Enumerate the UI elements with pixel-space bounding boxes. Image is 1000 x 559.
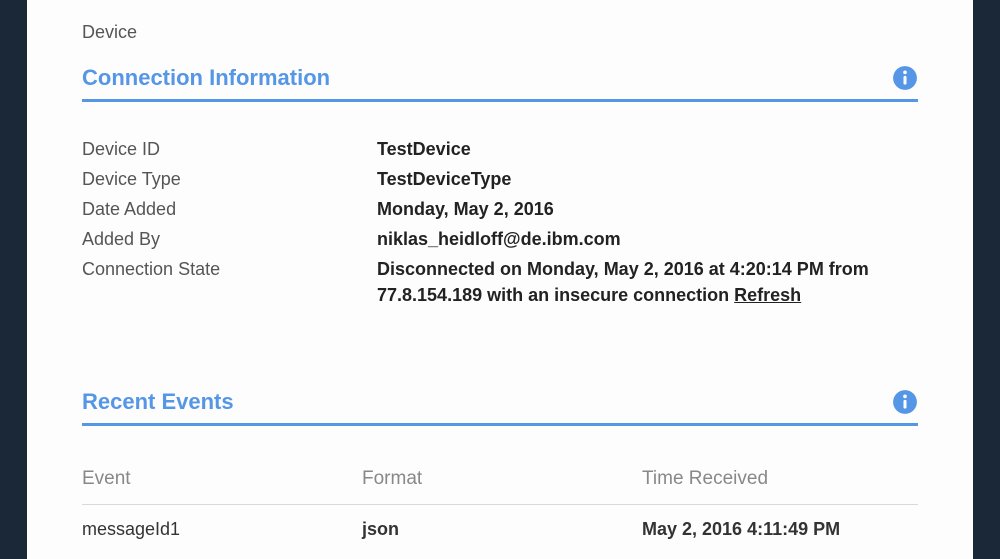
- table-row[interactable]: messageId1 json May 2, 2016 4:11:49 PM: [82, 505, 918, 554]
- connection-details: Device ID TestDevice Device Type TestDev…: [82, 102, 918, 351]
- events-table: Event Format Time Received messageId1 js…: [82, 426, 918, 554]
- value-connection-state: Disconnected on Monday, May 2, 2016 at 4…: [377, 256, 918, 308]
- events-header-row: Event Format Time Received: [82, 454, 918, 505]
- cell-event: messageId1: [82, 519, 362, 540]
- row-device-type: Device Type TestDeviceType: [82, 164, 918, 194]
- section-gap: [82, 351, 918, 389]
- col-header-event: Event: [82, 468, 362, 490]
- value-device-type: TestDeviceType: [377, 166, 918, 192]
- cell-format: json: [362, 519, 642, 540]
- label-device-type: Device Type: [82, 166, 377, 192]
- connection-section-title: Connection Information: [82, 65, 330, 91]
- page-label: Device: [82, 10, 918, 65]
- connection-section-header: Connection Information: [82, 65, 918, 102]
- label-added-by: Added By: [82, 226, 377, 252]
- device-modal: Device Connection Information Device ID …: [27, 0, 973, 559]
- events-section-header: Recent Events: [82, 389, 918, 426]
- label-date-added: Date Added: [82, 196, 377, 222]
- row-connection-state: Connection State Disconnected on Monday,…: [82, 254, 918, 310]
- row-date-added: Date Added Monday, May 2, 2016: [82, 194, 918, 224]
- info-icon[interactable]: [892, 389, 918, 415]
- row-added-by: Added By niklas_heidloff@de.ibm.com: [82, 224, 918, 254]
- info-icon[interactable]: [892, 65, 918, 91]
- col-header-time: Time Received: [642, 468, 918, 490]
- events-section-title: Recent Events: [82, 389, 234, 415]
- value-added-by: niklas_heidloff@de.ibm.com: [377, 226, 918, 252]
- row-device-id: Device ID TestDevice: [82, 134, 918, 164]
- value-device-id: TestDevice: [377, 136, 918, 162]
- cell-time: May 2, 2016 4:11:49 PM: [642, 519, 918, 540]
- col-header-format: Format: [362, 468, 642, 490]
- refresh-link[interactable]: Refresh: [734, 285, 801, 305]
- label-device-id: Device ID: [82, 136, 377, 162]
- label-connection-state: Connection State: [82, 256, 377, 282]
- value-date-added: Monday, May 2, 2016: [377, 196, 918, 222]
